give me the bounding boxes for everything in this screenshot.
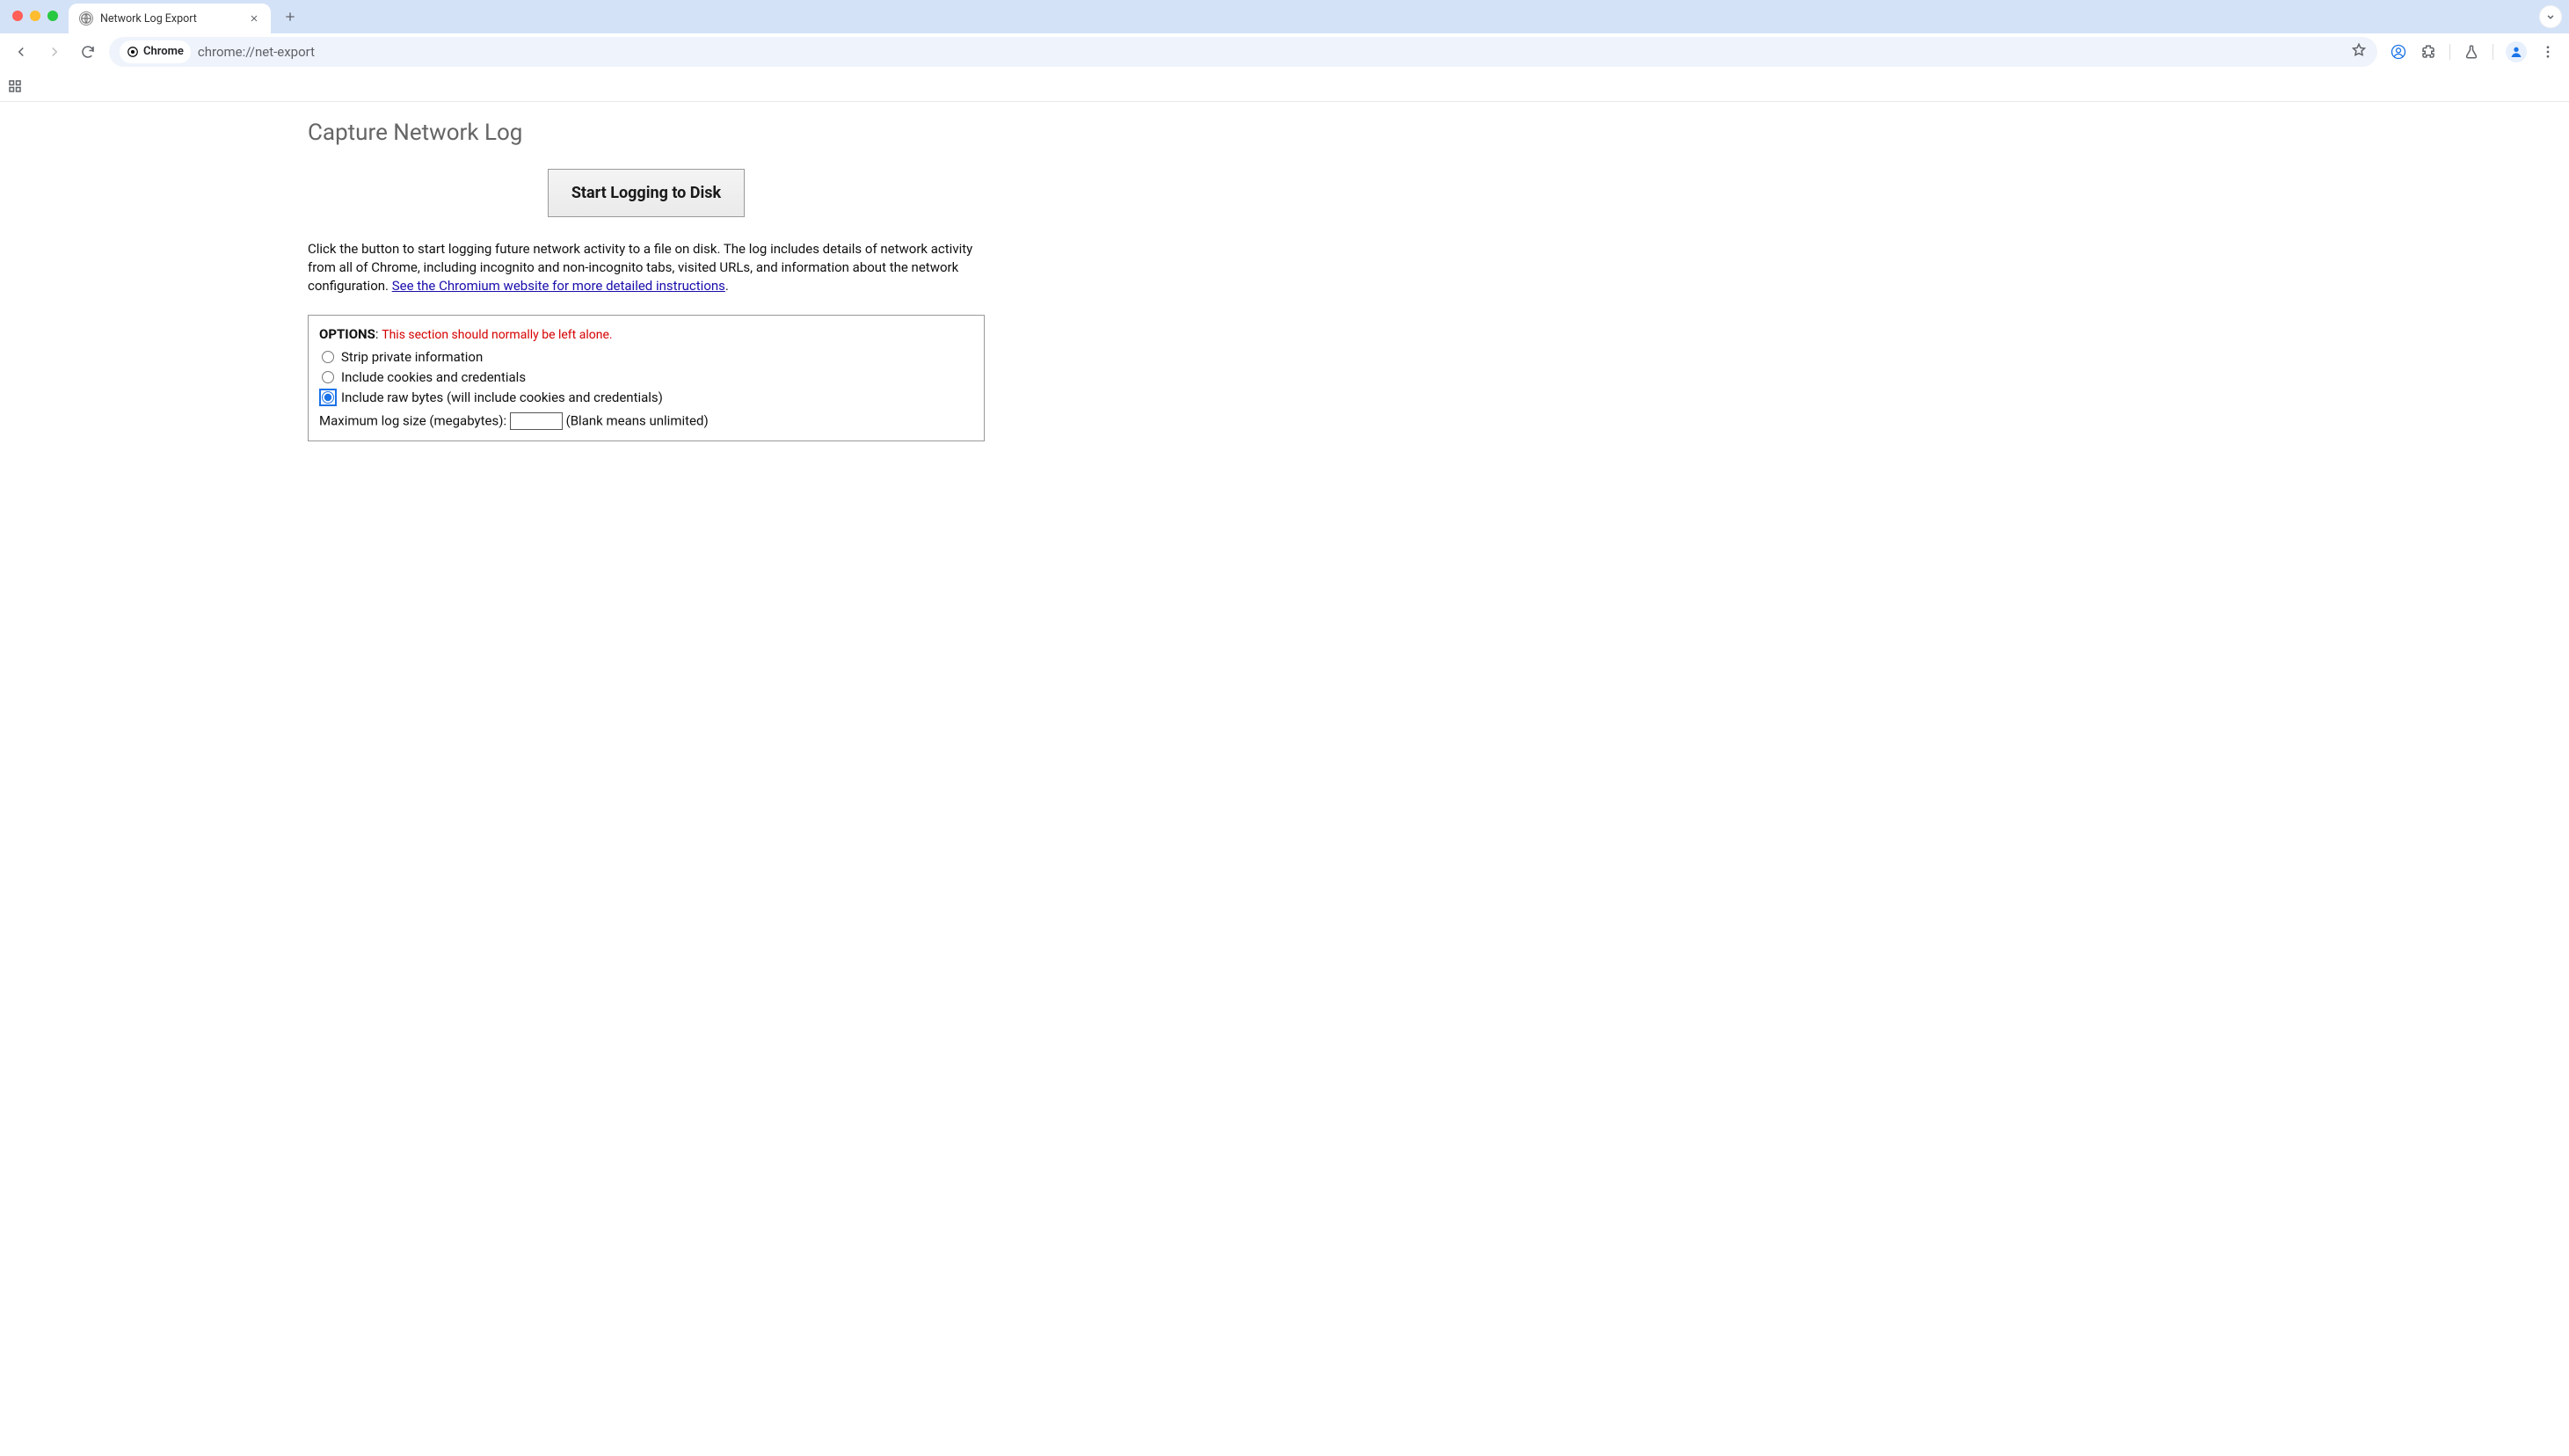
browser-toolbar: Chrome chrome://net-export — [0, 33, 2569, 70]
description-text: Click the button to start logging future… — [308, 240, 985, 295]
radio-label: Strip private information — [341, 349, 483, 365]
site-chip[interactable]: Chrome — [120, 40, 191, 63]
separator — [2449, 44, 2450, 60]
tab-strip: Network Log Export — [0, 0, 2569, 33]
options-label: OPTIONS — [319, 326, 375, 342]
radio-label: Include cookies and credentials — [341, 369, 526, 385]
start-logging-button[interactable]: Start Logging to Disk — [548, 169, 745, 217]
forward-button[interactable] — [42, 40, 67, 64]
radio-label: Include raw bytes (will include cookies … — [341, 389, 663, 405]
options-warning: This section should normally be left alo… — [382, 328, 612, 342]
radio-include-raw-bytes[interactable]: Include raw bytes (will include cookies … — [322, 389, 973, 405]
options-header: OPTIONS: This section should normally be… — [319, 326, 973, 342]
profile-badge-icon[interactable] — [2390, 43, 2407, 61]
apps-grid-icon[interactable] — [7, 78, 23, 94]
menu-kebab-icon[interactable] — [2539, 43, 2557, 61]
profile-avatar[interactable] — [2506, 41, 2527, 62]
new-tab-button[interactable] — [278, 4, 302, 29]
page-title: Capture Network Log — [308, 120, 985, 146]
site-chip-label: Chrome — [143, 45, 184, 58]
description-post: . — [725, 278, 729, 294]
radio-strip-private[interactable]: Strip private information — [322, 349, 973, 365]
minimize-window-button[interactable] — [30, 11, 40, 21]
max-log-size-row: Maximum log size (megabytes): (Blank mea… — [319, 412, 973, 430]
extensions-icon[interactable] — [2420, 43, 2437, 61]
radio-include-cookies-input[interactable] — [322, 371, 334, 383]
back-button[interactable] — [9, 40, 33, 64]
page-content: Capture Network Log Start Logging to Dis… — [0, 102, 2569, 1456]
address-bar[interactable]: Chrome chrome://net-export — [109, 37, 2377, 67]
bookmark-star-icon[interactable] — [2351, 42, 2367, 62]
instructions-link[interactable]: See the Chromium website for more detail… — [392, 278, 725, 294]
labs-flask-icon[interactable] — [2463, 43, 2480, 61]
reload-button[interactable] — [76, 40, 100, 64]
close-tab-button[interactable] — [248, 12, 260, 25]
close-window-button[interactable] — [12, 11, 23, 21]
max-log-size-hint: (Blank means unlimited) — [566, 413, 709, 429]
radio-include-raw-bytes-input[interactable] — [322, 391, 334, 404]
globe-icon — [79, 11, 93, 25]
radio-include-cookies[interactable]: Include cookies and credentials — [322, 369, 973, 385]
options-box: OPTIONS: This section should normally be… — [308, 315, 985, 441]
max-log-size-input[interactable] — [510, 412, 563, 430]
bookmark-bar — [0, 70, 2569, 102]
toolbar-right — [2386, 41, 2560, 62]
fullscreen-window-button[interactable] — [47, 11, 58, 21]
tab-title: Network Log Export — [100, 12, 241, 25]
url-text: chrome://net-export — [198, 44, 2344, 60]
max-log-size-label: Maximum log size (megabytes): — [319, 413, 510, 429]
active-tab[interactable]: Network Log Export — [69, 4, 271, 33]
tabs-dropdown-button[interactable] — [2539, 5, 2562, 28]
radio-strip-private-input[interactable] — [322, 351, 334, 363]
window-controls — [12, 11, 58, 21]
